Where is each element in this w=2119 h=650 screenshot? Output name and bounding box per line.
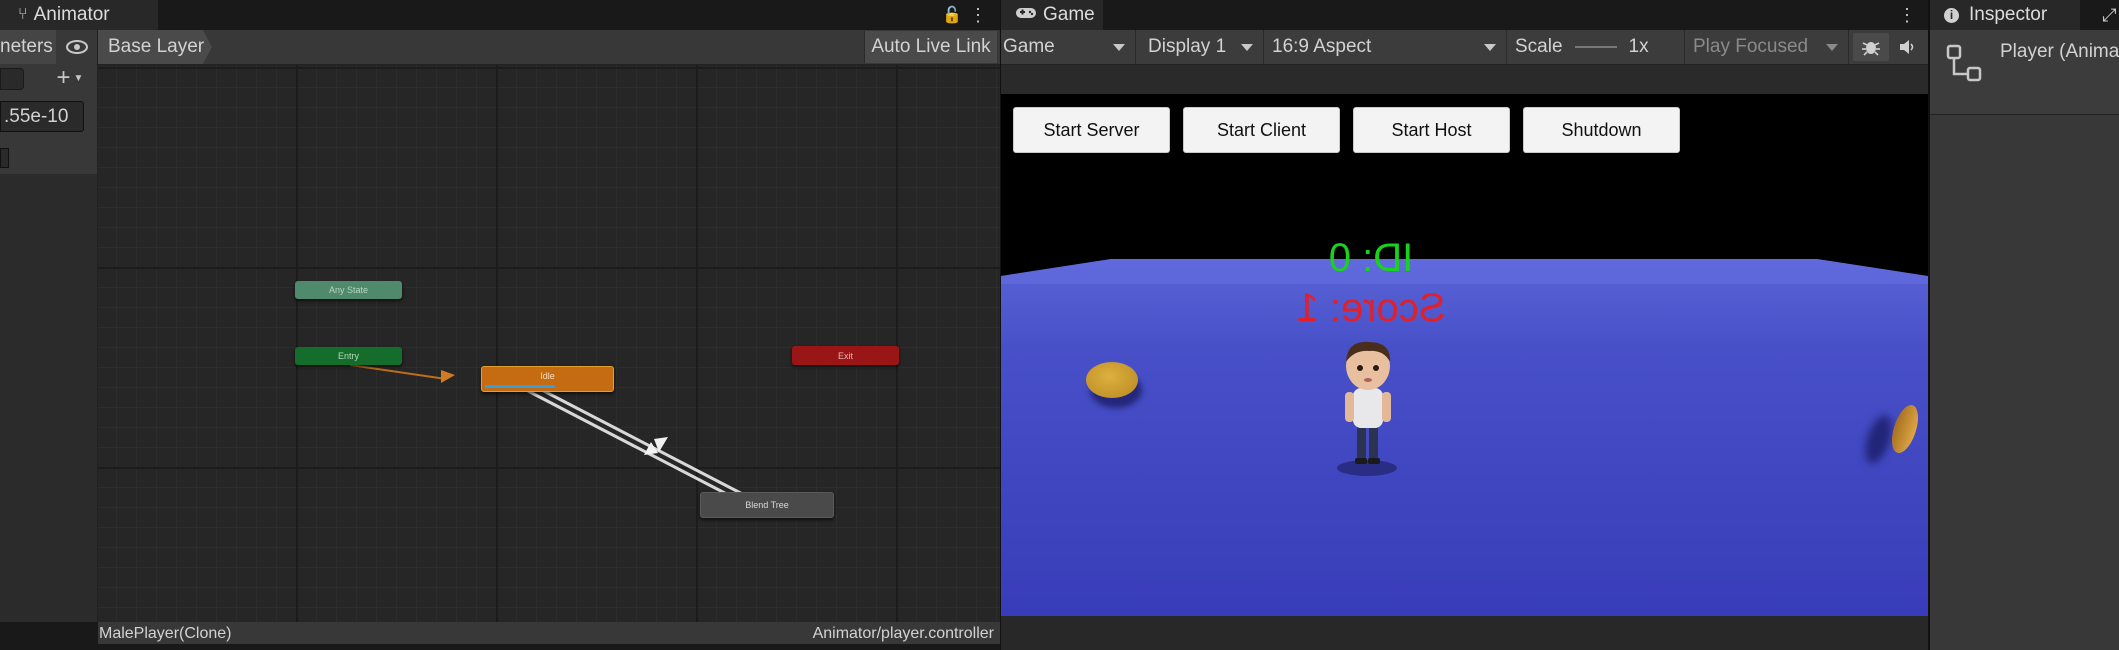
tab-inspector[interactable]: i Inspector (1930, 0, 2080, 30)
tab-animator-label: Animator (33, 4, 110, 25)
id-label: ID: 0 (1291, 236, 1451, 281)
info-icon: i (1944, 7, 1959, 23)
idle-to-blend-transition (537, 386, 755, 502)
base-layer-label: Base Layer (108, 36, 205, 57)
aspect-label: 16:9 Aspect (1272, 36, 1372, 57)
shutdown-button[interactable]: Shutdown (1523, 107, 1680, 153)
game-view-header-strip (1001, 65, 1928, 94)
breadcrumb-base-layer[interactable]: Base Layer (98, 30, 212, 64)
tab-game-label: Game (1043, 4, 1095, 25)
gamepad-icon (1015, 4, 1037, 26)
bug-icon[interactable] (1853, 33, 1889, 61)
start-server-label: Start Server (1043, 119, 1140, 140)
scale-value: 1x (1628, 36, 1649, 57)
exit-label: Exit (837, 350, 853, 361)
auto-live-link-button[interactable]: Auto Live Link (864, 31, 997, 63)
parameter-value: .55e-10 (4, 105, 69, 127)
any-state-label: Any State (328, 285, 369, 295)
game-view-label: Game (1003, 36, 1055, 57)
animator-icon: ⑂ (18, 6, 28, 23)
parameter-value-field[interactable]: .55e-10 (0, 101, 84, 132)
blend-tree-label: Blend Tree (745, 500, 789, 510)
state-any-state[interactable]: Any State (295, 281, 402, 299)
chevron-down-icon (1826, 44, 1838, 51)
blend-to-idle-transition (527, 389, 745, 505)
game-tab-bar (1001, 0, 1928, 30)
maximize-icon[interactable]: ⤢ (2100, 4, 2119, 26)
animator-bottom-border (0, 644, 1000, 650)
inspector-object-name: Player (Anima (2000, 41, 2119, 62)
entry-transition-arrowhead (441, 370, 455, 383)
scale-label: Scale (1515, 36, 1563, 57)
player-character (1337, 341, 1397, 476)
parameter-bool-checkbox[interactable] (0, 148, 9, 168)
tab-parameters[interactable]: neters (0, 30, 56, 64)
game-bottom-strip (1001, 616, 1928, 650)
auto-live-link-label: Auto Live Link (871, 36, 991, 57)
entry-label: Entry (337, 351, 359, 361)
tab-inspector-label: Inspector (1969, 4, 2048, 25)
idle-label: Idle (540, 371, 555, 381)
shutdown-label: Shutdown (1561, 119, 1642, 140)
status-object-name: MalePlayer(Clone) (99, 625, 232, 642)
play-mode-dropdown[interactable]: Play Focused (1685, 30, 1849, 64)
tab-parameters-label: neters (0, 36, 53, 57)
score-text: Score: 1 (1296, 286, 1446, 330)
transition-arrows (349, 364, 755, 505)
inspector-body (1930, 115, 2119, 650)
eye-icon[interactable] (64, 36, 90, 58)
state-exit[interactable]: Exit (792, 346, 899, 365)
status-controller-path: Animator/player.controller (812, 625, 994, 642)
scale-control[interactable]: Scale 1x (1507, 30, 1685, 64)
game-view-dropdown[interactable]: Game (1001, 30, 1136, 64)
start-host-label: Start Host (1391, 119, 1472, 140)
more-menu-icon[interactable]: ⋮ (968, 4, 988, 26)
start-client-button[interactable]: Start Client (1183, 107, 1340, 153)
animator-controller-icon (1946, 44, 1984, 89)
game-viewport[interactable]: ID: 0 Score: 1 (1001, 94, 1928, 616)
start-server-button[interactable]: Start Server (1013, 107, 1170, 153)
display-label: Display 1 (1148, 36, 1227, 57)
chevron-down-icon (1241, 44, 1253, 51)
speaker-icon[interactable] (1892, 33, 1924, 61)
lock-icon[interactable]: 🔓 (942, 4, 962, 26)
parameters-sidebar-empty (0, 174, 98, 622)
scale-slider-track[interactable] (1574, 46, 1617, 48)
tab-animator[interactable]: ⑂ Animator (0, 0, 158, 30)
score-label: Score: 1 (1251, 286, 1491, 331)
add-parameter-icon[interactable]: + ▼ (52, 64, 88, 91)
display-dropdown[interactable]: Display 1 (1136, 30, 1264, 64)
id-text: ID: 0 (1328, 236, 1414, 280)
aspect-dropdown[interactable]: 16:9 Aspect (1264, 30, 1507, 64)
state-entry[interactable]: Entry (295, 347, 402, 365)
game-more-menu-icon[interactable]: ⋮ (1897, 4, 1917, 26)
scene-floor (1001, 259, 1928, 616)
state-idle[interactable]: Idle (481, 366, 614, 392)
idle-progress-bar (485, 385, 555, 388)
play-mode-label: Play Focused (1693, 36, 1809, 57)
parameter-search-field[interactable] (0, 68, 24, 90)
coin-left (1086, 362, 1138, 398)
start-client-label: Start Client (1216, 119, 1307, 140)
entry-to-idle-transition (349, 364, 447, 380)
chevron-down-icon (1484, 44, 1496, 51)
tab-game[interactable]: Game (1001, 0, 1103, 30)
chevron-down-icon (1113, 44, 1125, 51)
start-host-button[interactable]: Start Host (1353, 107, 1510, 153)
state-blend-tree[interactable]: Blend Tree (700, 492, 834, 518)
